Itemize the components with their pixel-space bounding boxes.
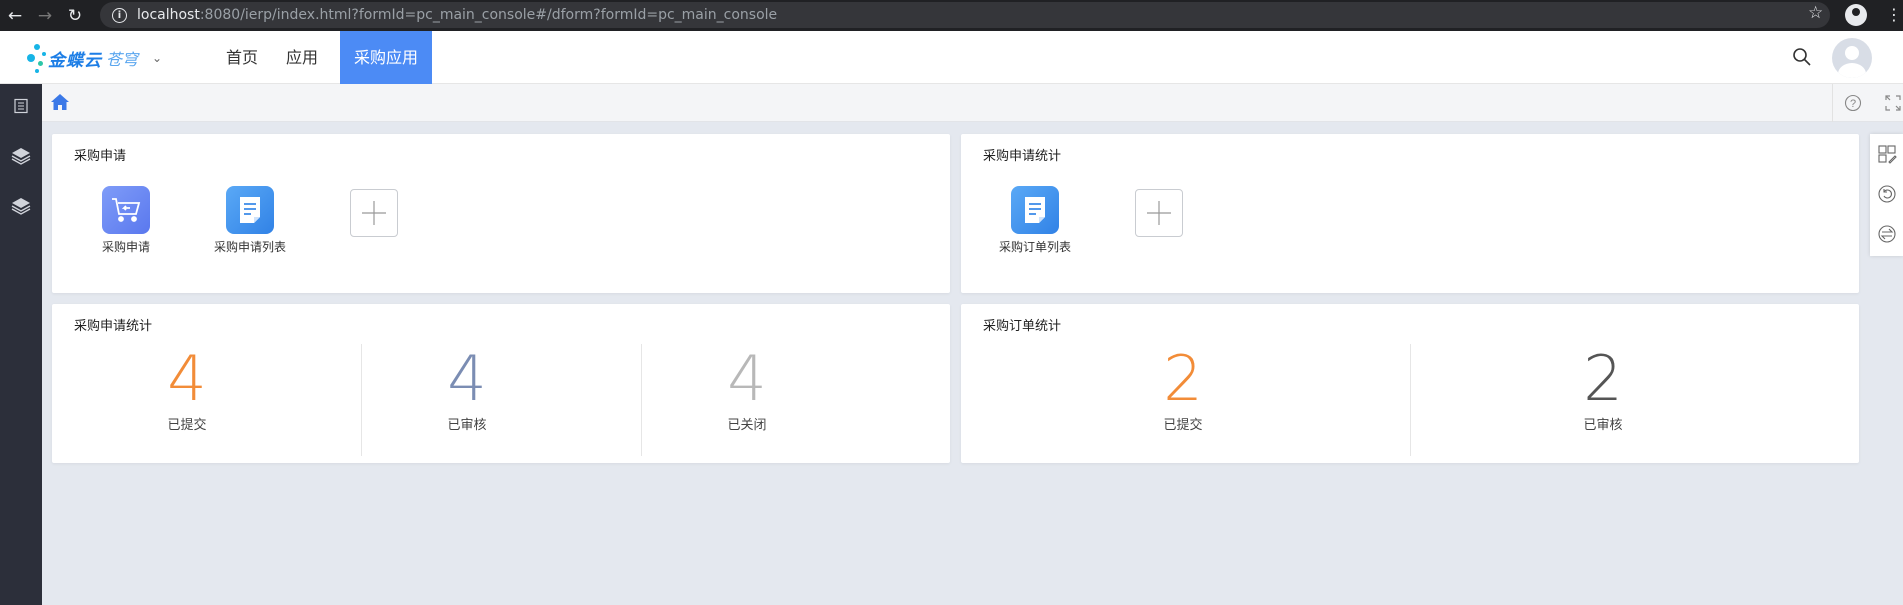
breadcrumb-tools: ? — [1832, 84, 1903, 122]
stat-value: 2 — [1163, 342, 1203, 415]
chevron-down-icon[interactable]: ⌄ — [152, 51, 162, 65]
plus-icon — [1147, 201, 1171, 225]
app-tile-purchase-request[interactable]: 采购申请 — [76, 186, 176, 255]
app-tile-label: 采购申请 — [101, 240, 150, 254]
document-list-icon — [1011, 186, 1059, 234]
tab-apps[interactable]: 应用 — [272, 31, 332, 84]
shopping-cart-icon — [102, 186, 150, 234]
stat-label: 已审核 — [447, 418, 487, 433]
plus-icon — [362, 201, 386, 225]
stat-label: 已审核 — [1583, 418, 1623, 433]
bookmark-star-icon[interactable]: ☆ — [1808, 3, 1823, 23]
logo-mark-icon — [26, 41, 48, 75]
stat-closed[interactable]: 4 已关闭 — [692, 342, 802, 434]
app-header: 金蝶云 苍穹 ⌄ 首页 应用 采购应用 — [0, 31, 1903, 84]
layout-edit-icon[interactable] — [1870, 134, 1903, 174]
stat-value: 4 — [167, 342, 207, 415]
app-tile-label: 采购申请列表 — [213, 240, 286, 254]
url-text: localhost:8080/ierp/index.html?formId=pc… — [137, 7, 778, 23]
card-title: 采购订单统计 — [983, 319, 1062, 334]
sidebar-layers-icon[interactable] — [0, 141, 42, 171]
app-tile-purchase-request-list[interactable]: 采购申请列表 — [200, 186, 300, 255]
tab-home[interactable]: 首页 — [212, 31, 272, 84]
reset-icon[interactable] — [1870, 174, 1903, 214]
divider — [1410, 344, 1411, 456]
logo[interactable]: 金蝶云 苍穹 ⌄ — [26, 41, 162, 75]
sidebar-menu-list-icon[interactable] — [0, 91, 42, 121]
stat-label: 已提交 — [167, 418, 207, 433]
stat-submitted[interactable]: 2 已提交 — [1128, 342, 1238, 434]
card-purchase-request-stats-apps: 采购申请统计 采购订单列表 — [961, 134, 1859, 293]
home-icon[interactable] — [50, 93, 70, 111]
account-icon[interactable] — [1845, 4, 1867, 26]
tab-purchase-apps[interactable]: 采购应用 — [340, 31, 433, 84]
card-title: 采购申请 — [74, 149, 127, 164]
card-purchase-request: 采购申请 采购申请 采购申请列表 — [52, 134, 950, 293]
brand-sub: 苍穹 — [106, 50, 139, 69]
left-sidebar — [0, 84, 42, 605]
sidebar-layers-icon-2[interactable] — [0, 191, 42, 221]
address-bar[interactable]: i localhost:8080/ierp/index.html?formId=… — [100, 2, 1830, 28]
brand-name: 金蝶云 — [48, 50, 102, 71]
add-app-button[interactable] — [1135, 189, 1183, 237]
card-title: 采购申请统计 — [74, 319, 153, 334]
app-tile-purchase-order-list[interactable]: 采购订单列表 — [985, 186, 1085, 255]
divider — [641, 344, 642, 456]
card-title: 采购申请统计 — [983, 149, 1062, 164]
forward-arrow-icon[interactable]: → — [30, 0, 60, 31]
browser-menu-icon[interactable]: ⋮ — [1886, 5, 1902, 24]
site-info-icon[interactable]: i — [112, 7, 127, 23]
right-toolbar — [1870, 134, 1903, 256]
stat-approved[interactable]: 2 已审核 — [1548, 342, 1658, 434]
avatar[interactable] — [1832, 38, 1872, 78]
fullscreen-icon[interactable] — [1873, 84, 1903, 122]
help-icon[interactable]: ? — [1833, 84, 1873, 122]
breadcrumb: ? — [42, 84, 1903, 122]
browser-toolbar: ← → ↻ i localhost:8080/ierp/index.html?f… — [0, 0, 1903, 31]
search-icon[interactable] — [1792, 47, 1812, 67]
stat-value: 4 — [447, 342, 487, 415]
svg-text:?: ? — [1850, 98, 1856, 110]
document-list-icon — [226, 186, 274, 234]
switch-icon[interactable] — [1870, 214, 1903, 254]
card-purchase-request-stats: 采购申请统计 4 已提交 4 已审核 4 已关闭 — [52, 304, 950, 463]
reload-icon[interactable]: ↻ — [60, 0, 90, 31]
back-arrow-icon[interactable]: ← — [0, 0, 30, 31]
stat-label: 已提交 — [1163, 418, 1203, 433]
top-nav: 首页 应用 采购应用 — [212, 31, 433, 84]
stat-label: 已关闭 — [727, 418, 767, 433]
stat-submitted[interactable]: 4 已提交 — [132, 342, 242, 434]
stat-approved[interactable]: 4 已审核 — [412, 342, 522, 434]
add-app-button[interactable] — [350, 189, 398, 237]
stat-value: 4 — [727, 342, 767, 415]
divider — [361, 344, 362, 456]
card-purchase-order-stats: 采购订单统计 2 已提交 2 已审核 — [961, 304, 1859, 463]
stat-value: 2 — [1583, 342, 1623, 415]
app-tile-label: 采购订单列表 — [998, 240, 1071, 254]
